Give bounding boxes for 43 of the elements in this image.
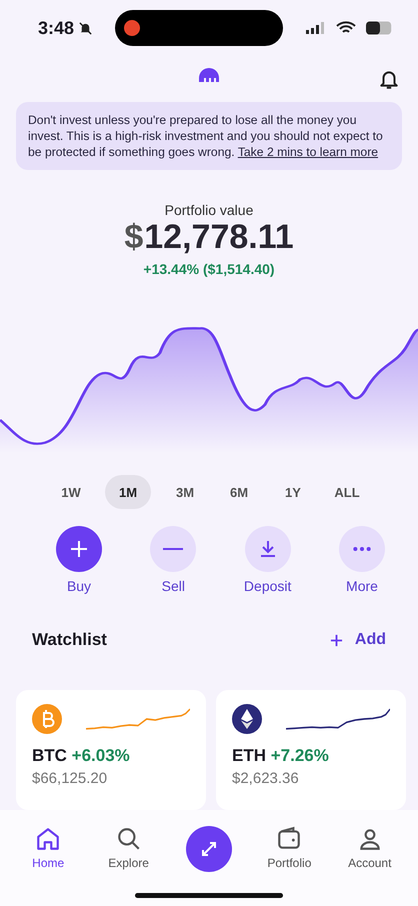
nav-tab[interactable]: Account (346, 824, 394, 872)
add-button[interactable]: Add (330, 631, 386, 649)
nav-tab[interactable]: Home (30, 824, 66, 872)
muted-bell-icon (78, 20, 94, 36)
action-label: Deposit (244, 578, 292, 594)
learn-more-link[interactable]: Take 2 mins to learn more (238, 145, 378, 160)
period-tab[interactable]: 6M (219, 475, 259, 509)
logo-icon (199, 68, 219, 82)
watchlist-title: Watchlist (32, 630, 107, 650)
buy-button[interactable] (56, 526, 102, 572)
coin-change: ETH +7.26% (232, 746, 330, 766)
period-tab[interactable]: 1M (105, 475, 151, 509)
risk-warning: Don't invest unless you're prepared to lose all the money you invest. This is a high-risk investment and you should not expect to be protected if something goes wrong. Take 2 mins to learn more (16, 102, 402, 170)
minus-icon (163, 548, 184, 550)
period-tab[interactable]: ALL (327, 475, 367, 509)
portfolio-change: +13.44% ($1,514.40) (143, 261, 275, 278)
portfolio-value: $12,778.11 (124, 218, 294, 258)
action-label: More (346, 578, 378, 594)
watchlist-card[interactable]: BTC +6.03% $66,125.20 (16, 690, 206, 810)
battery-icon (366, 20, 394, 36)
plus-icon (69, 539, 89, 559)
portfolio-label: Portfolio value (164, 202, 254, 218)
wallet-icon (276, 826, 302, 852)
trade-button[interactable] (186, 826, 232, 872)
period-tab[interactable]: 3M (165, 475, 205, 509)
coin-price: $2,623.36 (232, 770, 300, 787)
deposit-button[interactable] (244, 526, 291, 572)
status-time: 3:48 (38, 18, 74, 38)
coin-price: $66,125.20 (32, 770, 108, 787)
more-icon (352, 547, 371, 551)
signal-icon (306, 22, 326, 34)
period-tab[interactable]: 1W (51, 475, 91, 509)
home-icon (35, 826, 62, 852)
period-tab[interactable]: 1Y (273, 475, 313, 509)
nav-tab[interactable]: Portfolio (265, 824, 314, 872)
plus-icon (330, 634, 343, 646)
coin-change: BTC +6.03% (32, 746, 131, 766)
wifi-icon (336, 21, 356, 35)
action-label: Buy (66, 578, 92, 594)
nav-tab[interactable]: Explore (106, 824, 151, 872)
watchlist-card[interactable]: ETH +7.26% $2,623.36 (216, 690, 406, 810)
action-label: Sell (162, 578, 185, 594)
search-icon (116, 826, 142, 852)
